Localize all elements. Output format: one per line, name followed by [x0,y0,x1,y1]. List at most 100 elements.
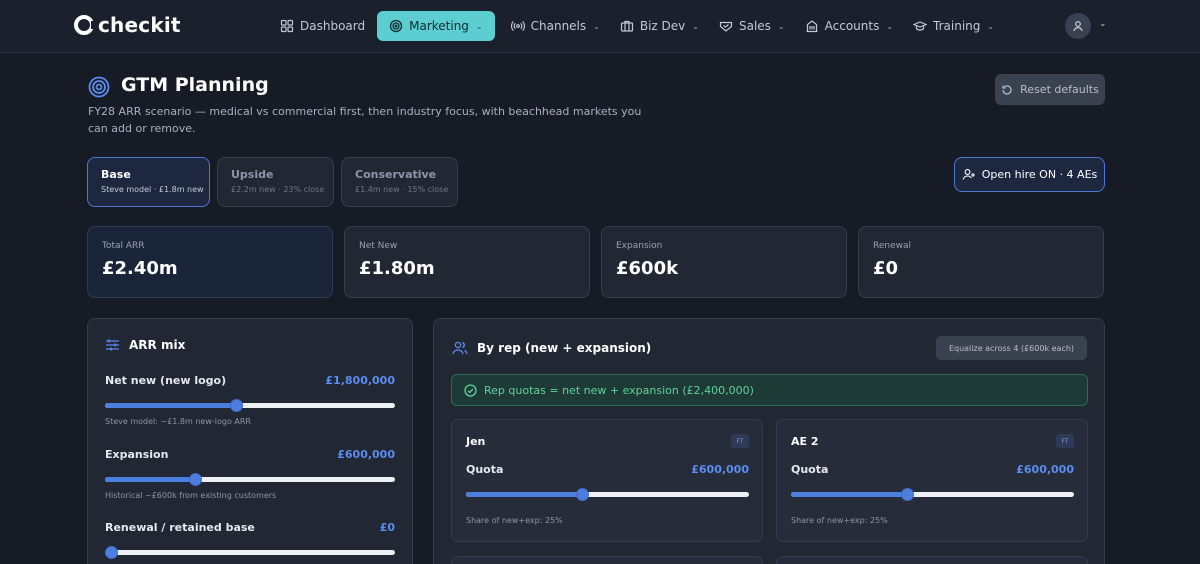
mix-row-renewal: Renewal / retained base £0 [104,521,395,559]
slider-fill [105,477,195,482]
scenario-name: Base [101,168,131,181]
page-title: GTM Planning [121,74,269,96]
by-rep-title: By rep (new + expansion) [452,341,651,355]
scenario-name: Upside [231,168,274,181]
nav-item-dashboard[interactable]: Dashboard [272,11,373,41]
nav-label: Channels [530,19,587,33]
rep-type-badge: FT [1056,434,1074,448]
open-hire-label: Open hire ON · 4 AEs [981,168,1098,181]
scenario-desc: £1.4m new · 15% close [355,185,449,194]
rep-quota-slider[interactable] [791,488,1074,501]
nav-label: Accounts [824,19,880,33]
nav-item-sales[interactable]: Sales ⌄ [711,11,793,41]
quota-amount: £600,000 [691,463,749,476]
user-icon [1073,21,1083,32]
slider-thumb[interactable] [901,488,915,501]
sliders-icon [106,339,119,351]
page-subtitle: FY28 ARR scenario — medical vs commercia… [88,105,642,135]
rep-name: AE 2 [791,435,819,448]
nav-item-channels[interactable]: Channels ⌄ [503,11,608,41]
scenario-tab-base[interactable]: Base Steve model · £1.8m new [87,157,210,207]
slider-thumb[interactable] [229,399,243,412]
mix-row-label: Net new (new logo) [105,374,227,387]
nav-item-biz-dev[interactable]: Biz Dev ⌄ [612,11,707,41]
rep-share: Share of new+exp: 25% [466,516,563,525]
chevron-down-icon: ⌄ [593,21,600,31]
mix-row-expansion: Expansion £600,000 Historical ~£600k fro… [105,448,395,500]
chevron-down-icon: ⌄ [987,21,995,31]
chevron-down-icon: ⌄ [777,21,785,31]
chevron-down-icon: ⌄ [886,21,894,31]
slider-fill [466,492,583,497]
grid-icon [280,19,294,33]
nav-label: Sales [738,19,771,33]
kpi-label: Renewal [873,241,912,251]
quota-label: Quota [466,463,504,476]
mix-row-label: Expansion [105,448,169,461]
rep-card [776,556,1088,564]
rep-card-jen: Jen FT Quota £600,000 Share of new+exp: … [451,419,763,542]
rep-card [451,556,763,564]
building-icon [805,19,819,33]
slider-fill [105,403,236,408]
mix-row-note: Steve model: ~£1.8m new-logo ARR [105,417,251,426]
mix-row-net-new: Net new (new logo) £1,800,000 Steve mode… [105,374,395,426]
mix-row-amount: £0 [379,521,395,534]
slider-thumb[interactable] [104,546,118,559]
renewal-slider[interactable] [104,546,395,559]
users-icon [452,341,468,355]
account-menu-chevron-icon[interactable]: ⌄ [1099,19,1107,29]
net-new-slider[interactable] [105,399,395,412]
mix-row-amount: £1,800,000 [325,374,395,387]
kpi-value: £0 [873,258,899,279]
slider-thumb[interactable] [188,473,202,486]
kpi-label: Total ARR [102,241,145,251]
check-circle-icon [464,383,477,397]
rep-card-ae-2: AE 2 FT Quota £600,000 Share of new+exp:… [776,419,1088,542]
slider-thumb[interactable] [576,488,590,501]
add-user-icon [962,169,975,180]
kpi-value: £1.80m [359,258,435,279]
expansion-slider[interactable] [105,473,395,486]
arr-mix-title-text: ARR mix [129,338,186,352]
reset-icon [1002,84,1012,95]
reset-defaults-label: Reset defaults [1020,83,1099,96]
target-icon [88,76,110,98]
arr-mix-panel: ARR mix Net new (new logo) £1,800,000 St… [87,318,413,564]
chevron-down-icon: ⌄ [475,21,483,31]
open-hire-toggle-button[interactable]: Open hire ON · 4 AEs [954,157,1105,192]
broadcast-icon [510,19,525,33]
rep-quota-slider[interactable] [466,488,749,501]
kpi-value: £2.40m [102,258,178,279]
quota-status-text: Rep quotas = net new + expansion (£2,400… [484,383,754,397]
scenario-tab-conservative[interactable]: Conservative £1.4m new · 15% close [341,157,458,207]
mix-row-amount: £600,000 [337,448,395,461]
nav-item-training[interactable]: Training ⌄ [905,11,1002,41]
scenario-desc: £2.2m new · 23% close [231,185,325,194]
graduation-cap-icon [913,19,928,33]
nav-item-accounts[interactable]: Accounts ⌄ [797,11,901,41]
nav-item-marketing[interactable]: Marketing ⌄ [377,11,495,41]
scenario-desc: Steve model · £1.8m new [101,185,204,194]
equalize-label: Equalize across 4 (£600k each) [948,343,1075,353]
rep-type-badge: FT [731,434,749,448]
user-avatar[interactable] [1065,13,1091,39]
main-nav: Dashboard Marketing ⌄ Channels ⌄ Biz Dev… [272,11,1006,41]
kpi-label: Net New [359,241,398,251]
slider-track [105,550,395,555]
quota-amount: £600,000 [1016,463,1074,476]
nav-label: Biz Dev [639,19,686,33]
chevron-down-icon: ⌄ [692,21,699,31]
app-logo[interactable]: checkit [74,13,181,37]
reset-defaults-button[interactable]: Reset defaults [995,74,1105,105]
nav-label: Dashboard [300,19,366,33]
scenario-tab-upside[interactable]: Upside £2.2m new · 23% close [217,157,334,207]
equalize-quotas-button[interactable]: Equalize across 4 (£600k each) [936,336,1087,360]
kpi-label: Expansion [616,241,663,251]
arr-mix-title: ARR mix [105,338,185,352]
rep-share: Share of new+exp: 25% [791,516,888,525]
nav-label: Training [933,19,981,33]
scenario-name: Conservative [355,168,437,181]
kpi-card-net-new: Net New £1.80m [344,226,590,298]
kpi-card-expansion: Expansion £600k [601,226,847,298]
